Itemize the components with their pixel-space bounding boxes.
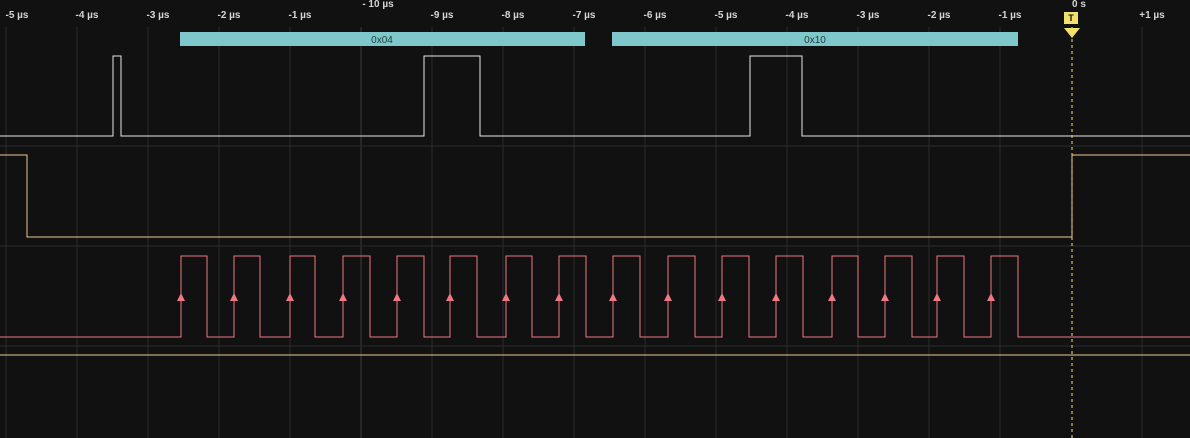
logic-analyzer-view: -5 µs -4 µs -3 µs -2 µs -1 µs -9 µs -8 µ… xyxy=(0,0,1190,438)
channel-separators xyxy=(0,145,1190,347)
decoder-frame[interactable]: 0x10 xyxy=(612,32,1018,46)
tick-label: -5 µs xyxy=(5,10,29,21)
zero-time-label: 0 s xyxy=(1072,0,1086,10)
rising-edge-marker xyxy=(772,293,780,301)
tick-label: -2 µs xyxy=(927,10,951,21)
tick-label: -6 µs xyxy=(643,10,667,21)
rising-edge-marker xyxy=(881,293,889,301)
decoder-frame-label: 0x04 xyxy=(371,35,393,46)
rising-edge-marker xyxy=(177,293,185,301)
time-ruler[interactable]: -5 µs -4 µs -3 µs -2 µs -1 µs -9 µs -8 µ… xyxy=(0,0,1190,27)
rising-edge-marker xyxy=(933,293,941,301)
tick-label: -4 µs xyxy=(75,10,99,21)
rising-edge-marker xyxy=(393,293,401,301)
trigger-marker[interactable]: T xyxy=(1064,12,1078,24)
tick-label: -8 µs xyxy=(501,10,525,21)
rising-edge-marker xyxy=(446,293,454,301)
decoder-frame-label: 0x10 xyxy=(804,35,826,46)
rising-edge-marker xyxy=(987,293,995,301)
rising-edge-marker xyxy=(230,293,238,301)
enable-channel-waveform[interactable] xyxy=(0,154,1190,238)
decoder-frame[interactable]: 0x04 xyxy=(180,32,585,46)
rising-edge-marker xyxy=(718,293,726,301)
grid-lines xyxy=(5,27,1143,438)
rising-edge-marker xyxy=(555,293,563,301)
rising-edge-marker xyxy=(339,293,347,301)
tick-label: -4 µs xyxy=(785,10,809,21)
tick-label: -7 µs xyxy=(572,10,596,21)
rising-edge-marker xyxy=(609,293,617,301)
decoder-row: 0x04 0x10 xyxy=(180,32,1018,46)
tick-label: +1 µs xyxy=(1139,10,1165,21)
clock-channel-waveform[interactable] xyxy=(0,255,1190,338)
tick-label: -3 µs xyxy=(856,10,880,21)
tick-label: -3 µs xyxy=(146,10,170,21)
tick-label: -9 µs xyxy=(430,10,454,21)
tick-label: -1 µs xyxy=(288,10,312,21)
waveform-area[interactable]: 0x04 0x10 xyxy=(0,27,1190,438)
tick-label: -1 µs xyxy=(998,10,1022,21)
trigger-arrow-icon xyxy=(1064,28,1080,38)
tick-label: -2 µs xyxy=(217,10,241,21)
major-tick-label: - 10 µs xyxy=(362,0,394,10)
data-channel-waveform[interactable] xyxy=(0,55,1190,137)
rising-edge-marker xyxy=(664,293,672,301)
rising-edge-marker xyxy=(286,293,294,301)
tick-label: -5 µs xyxy=(714,10,738,21)
rising-edge-marker xyxy=(828,293,836,301)
